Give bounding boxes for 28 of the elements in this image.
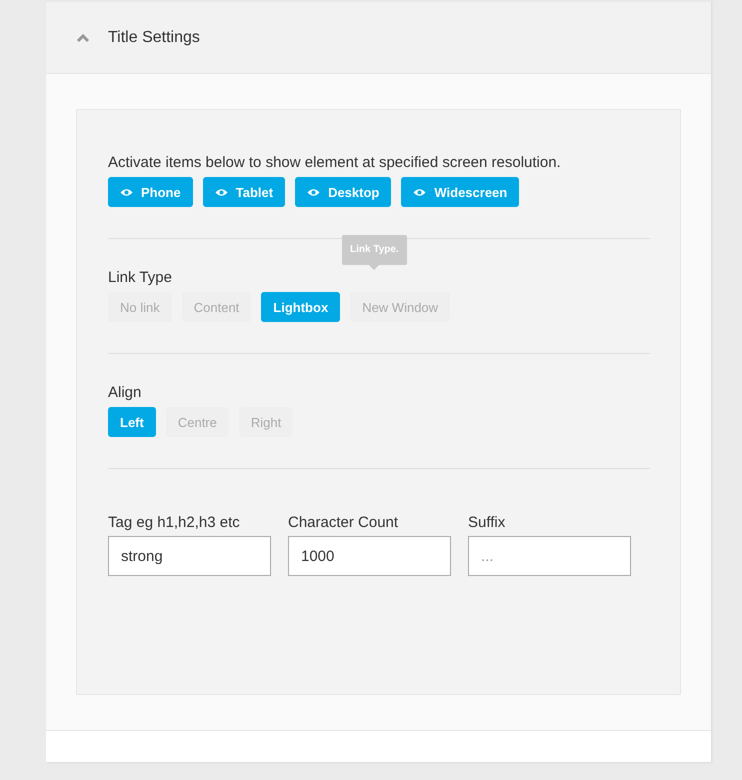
device-toggle[interactable]: Tablet [202, 177, 286, 207]
eye-icon [413, 188, 426, 196]
link-type-option[interactable]: No link [108, 292, 172, 322]
link-type-label: Link Type [108, 269, 173, 286]
link-type-option[interactable]: New Window [350, 292, 450, 322]
align-label: Align [108, 384, 142, 401]
eye-icon [120, 188, 133, 196]
device-toggle[interactable]: Desktop [295, 177, 392, 207]
field-label: Character Count [288, 514, 400, 531]
input-field[interactable]: 1000 [288, 536, 451, 576]
link-type-option[interactable]: Lightbox [261, 292, 340, 322]
eye-icon [214, 188, 228, 196]
section-title: Title Settings [108, 28, 200, 46]
device-toggle[interactable]: Widescreen [401, 177, 520, 207]
align-option[interactable]: Centre [166, 407, 229, 437]
field-label: Suffix [468, 514, 506, 531]
input-field[interactable]: ... [468, 536, 631, 576]
chevron-up-icon[interactable] [76, 32, 90, 42]
field-label: Tag eg h1,h2,h3 etc [108, 514, 241, 531]
section-header[interactable]: Title Settings [46, 0, 711, 74]
visibility-description: Activate items below to show element at specified screen resolution. [108, 154, 562, 171]
device-toggle[interactable]: Phone [108, 177, 193, 207]
tooltip-pointer-icon [369, 265, 380, 270]
align-option[interactable]: Left [108, 407, 156, 437]
align-option[interactable]: Right [238, 407, 294, 437]
eye-icon [307, 188, 320, 196]
link-type-option[interactable]: Content [182, 292, 252, 322]
input-field[interactable]: strong [108, 536, 271, 576]
